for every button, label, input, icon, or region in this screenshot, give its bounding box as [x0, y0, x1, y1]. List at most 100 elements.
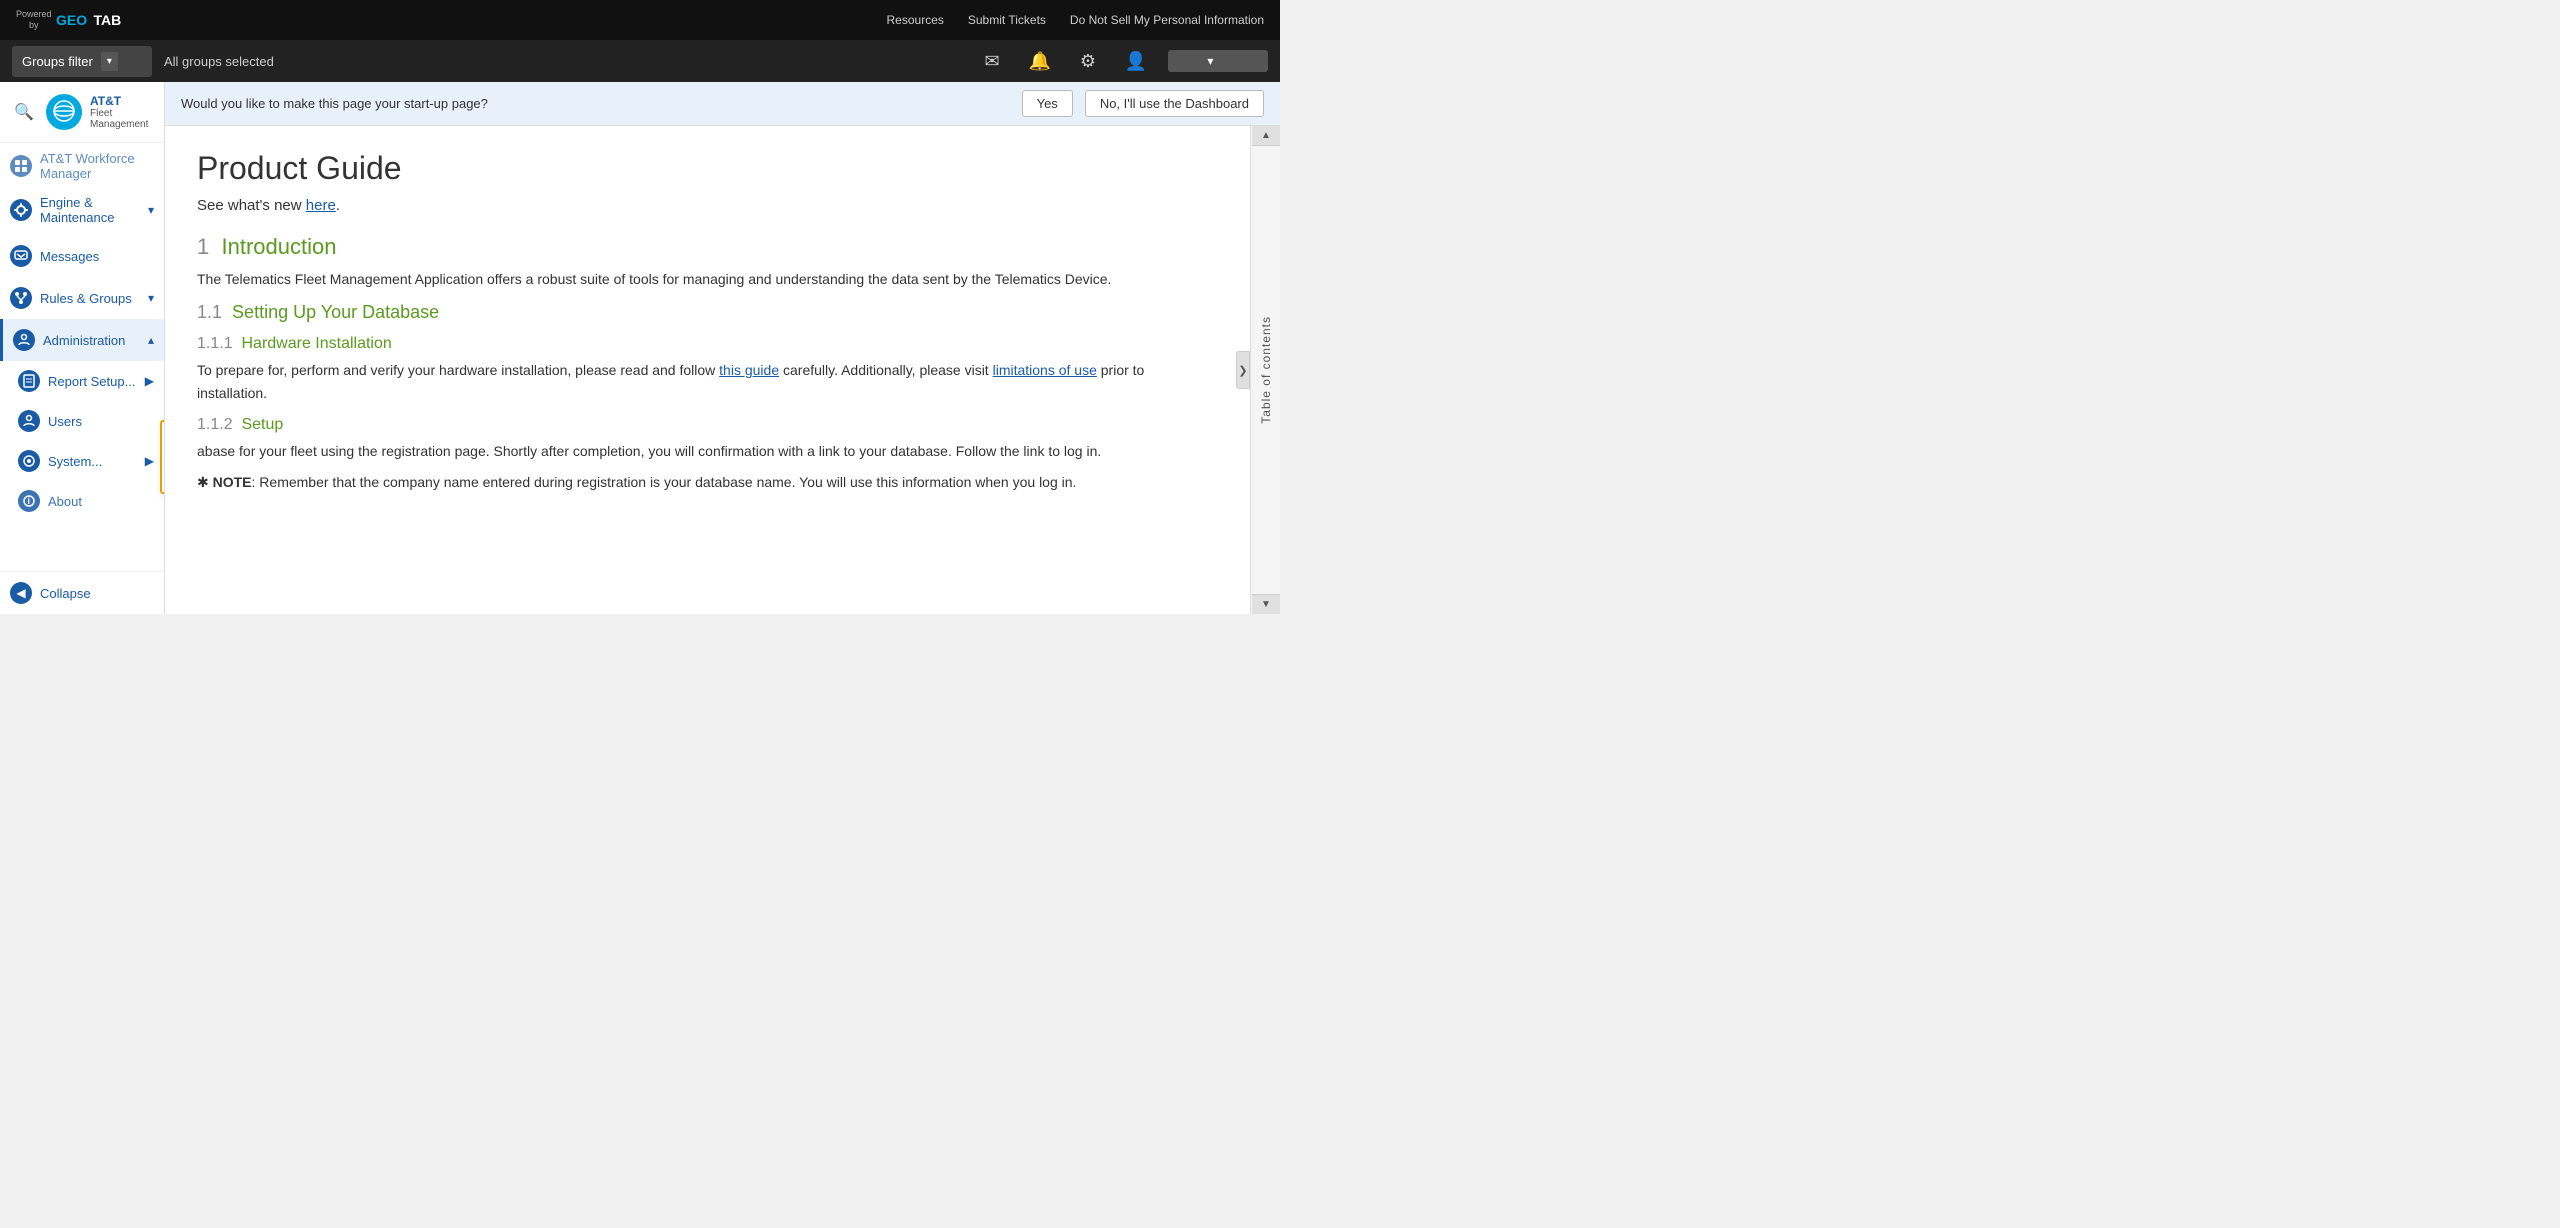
att-logo-icon — [53, 100, 75, 125]
rules-groups-label: Rules & Groups — [40, 291, 140, 306]
sidebar-subitem-users[interactable]: Users — [0, 401, 164, 441]
search-icon: 🔍 — [14, 102, 34, 122]
settings-icon-button[interactable]: ⚙ — [1072, 45, 1104, 77]
sidebar-item-rules-groups[interactable]: Rules & Groups ▾ — [0, 277, 164, 319]
section111-text: To prepare for, perform and verify your … — [197, 359, 1202, 404]
rules-groups-icon — [10, 287, 32, 309]
report-setup-icon — [18, 370, 40, 392]
sidebar: 🔍 AT&T Fleet Management — [0, 82, 165, 614]
sidebar-logo-area: 🔍 AT&T Fleet Management — [0, 82, 164, 143]
no-startup-button[interactable]: No, I'll use the Dashboard — [1085, 90, 1264, 117]
toc-sidebar: ▲ Table of contents ▼ — [1250, 126, 1280, 614]
section11-title: Setting Up Your Database — [232, 302, 439, 322]
user-name-label — [1178, 54, 1201, 68]
rules-groups-chevron-icon: ▾ — [148, 291, 154, 305]
toc-label: Table of contents — [1259, 316, 1273, 424]
note-text: ✱ NOTE: Remember that the company name e… — [197, 471, 1202, 493]
svg-text:TAB: TAB — [93, 12, 121, 28]
user-icon: 👤 — [1125, 51, 1147, 72]
email-icon-button[interactable]: ✉ — [976, 45, 1008, 77]
svg-text:GEO: GEO — [56, 12, 87, 28]
about-icon: i — [18, 490, 40, 512]
administration-label: Administration — [43, 333, 140, 348]
main-content: Would you like to make this page your st… — [165, 82, 1280, 614]
sidebar-item-administration[interactable]: Administration ▴ — [0, 319, 164, 361]
sidebar-item-messages[interactable]: Messages — [0, 235, 164, 277]
here-link[interactable]: here — [306, 197, 336, 214]
att-logo — [46, 94, 82, 130]
collapse-label: Collapse — [40, 586, 91, 601]
header-icons-group: ✉ 🔔 ⚙ 👤 ▾ — [976, 45, 1268, 77]
user-icon-button[interactable]: 👤 — [1120, 45, 1152, 77]
section112-heading: 1.1.2 Setup — [197, 416, 1202, 434]
bell-icon: 🔔 — [1029, 51, 1051, 72]
main-layout: 🔍 AT&T Fleet Management — [0, 82, 1280, 614]
groups-filter-chevron-icon: ▾ — [101, 52, 118, 71]
engine-maintenance-icon — [10, 199, 32, 221]
sidebar-item-att-workforce[interactable]: AT&T Workforce Manager — [0, 147, 164, 185]
toc-collapse-button[interactable]: ❯ — [1236, 351, 1250, 389]
messages-label: Messages — [40, 249, 154, 264]
administration-icon — [13, 329, 35, 351]
this-guide-link[interactable]: this guide — [719, 362, 779, 378]
org-name: AT&T — [90, 94, 154, 108]
resources-link[interactable]: Resources — [887, 13, 944, 27]
note-label: NOTE — [213, 474, 252, 490]
logo-area: Powered by GEO TAB — [16, 8, 156, 32]
scroll-down-button[interactable]: ▼ — [1252, 594, 1280, 614]
svg-text:i: i — [28, 496, 31, 506]
section11-num: 1.1 — [197, 302, 222, 322]
users-icon — [18, 410, 40, 432]
sidebar-subitem-system[interactable]: System... ▶ — [0, 441, 164, 481]
system-label: System... — [48, 454, 137, 469]
do-not-sell-link[interactable]: Do Not Sell My Personal Information — [1070, 13, 1264, 27]
users-label: Users — [48, 414, 154, 429]
section111-num: 1.1.1 — [197, 335, 233, 352]
section1-heading: 1 Introduction — [197, 234, 1202, 260]
search-button[interactable]: 🔍 — [10, 98, 38, 126]
groups-filter-button[interactable]: Groups filter ▾ — [12, 46, 152, 77]
engine-maintenance-chevron-icon: ▾ — [148, 203, 154, 217]
user-menu-button[interactable]: ▾ — [1168, 50, 1268, 72]
geotab-logo: Powered by GEO TAB — [16, 8, 156, 32]
gear-icon: ⚙ — [1080, 51, 1096, 72]
section112-title: Setup — [241, 416, 283, 433]
org-info: AT&T Fleet Management — [90, 94, 154, 130]
section111-heading: 1.1.1 Hardware Installation — [197, 335, 1202, 353]
administration-chevron-icon: ▴ — [148, 333, 154, 347]
top-nav-links: Resources Submit Tickets Do Not Sell My … — [887, 13, 1264, 27]
yes-startup-button[interactable]: Yes — [1022, 90, 1073, 117]
scroll-up-button[interactable]: ▲ — [1252, 126, 1280, 146]
product-guide-title: Product Guide — [197, 150, 1202, 187]
section1-title: Introduction — [221, 234, 336, 259]
att-workforce-label: AT&T Workforce Manager — [40, 151, 154, 181]
startup-prompt-text: Would you like to make this page your st… — [181, 96, 1010, 111]
section11-heading: 1.1 Setting Up Your Database — [197, 302, 1202, 323]
limitations-link[interactable]: limitations of use — [993, 362, 1097, 378]
see-whats-new-text: See what's new here. — [197, 197, 1202, 214]
about-label: About — [48, 494, 154, 509]
sidebar-collapse-button[interactable]: ◀ Collapse — [0, 571, 164, 614]
submit-tickets-link[interactable]: Submit Tickets — [968, 13, 1046, 27]
org-subtitle: Fleet Management — [90, 108, 154, 130]
sidebar-item-engine-maintenance[interactable]: Engine & Maintenance ▾ — [0, 185, 164, 235]
att-icon-svg — [53, 100, 75, 122]
report-setup-label: Report Setup... — [48, 374, 137, 389]
toc-collapse-arrow-icon: ❯ — [1238, 364, 1247, 377]
startup-bar: Would you like to make this page your st… — [165, 82, 1280, 126]
email-icon: ✉ — [984, 51, 999, 72]
engine-maintenance-label: Engine & Maintenance — [40, 195, 140, 225]
section111-title: Hardware Installation — [241, 335, 391, 352]
system-icon — [18, 450, 40, 472]
content-area: Product Guide See what's new here. 1 Int… — [165, 126, 1250, 614]
groups-filter-label: Groups filter — [22, 54, 93, 69]
att-workforce-icon — [10, 155, 32, 177]
sidebar-subitem-report-setup[interactable]: Report Setup... ▶ — [0, 361, 164, 401]
top-nav: Powered by GEO TAB Resources Submit Tick… — [0, 0, 1280, 40]
groups-bar: Groups filter ▾ All groups selected ✉ 🔔 … — [0, 40, 1280, 82]
sidebar-subitem-about[interactable]: i About — [0, 481, 164, 521]
report-setup-chevron-icon: ▶ — [145, 374, 154, 388]
collapse-icon: ◀ — [10, 582, 32, 604]
notifications-icon-button[interactable]: 🔔 — [1024, 45, 1056, 77]
toc-label-area: Table of contents — [1252, 146, 1280, 594]
